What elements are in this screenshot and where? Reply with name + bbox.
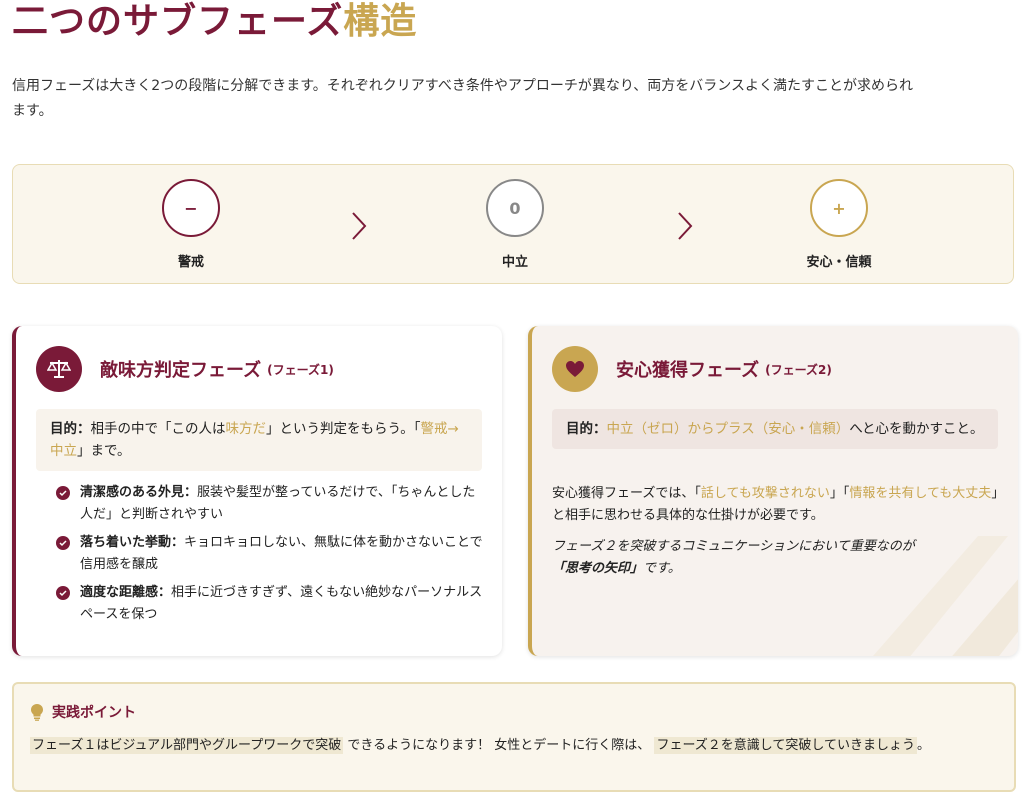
step-label: 中立: [501, 255, 528, 270]
step-alert: − 警戒: [131, 179, 251, 270]
list-item: 落ち着いた挙動：キョロキョロしない、無駄に体を動かさないことで信用感を醸成: [56, 532, 486, 576]
phase1-card: 敵味方判定フェーズ (フェーズ1) 目的：相手の中で「この人は味方だ」という判定…: [12, 326, 502, 656]
check-icon: [56, 486, 70, 500]
phase-stepper: − 警戒 0 中立 + 安心・信頼: [12, 164, 1014, 284]
lightbulb-icon: [31, 704, 43, 721]
check-icon: [56, 536, 70, 550]
heart-icon: [552, 346, 598, 392]
phase1-subtitle: (フェーズ1): [267, 362, 334, 377]
step-label: 安心・信頼: [806, 255, 872, 270]
intro-text: 信用フェーズは大きく2つの段階に分解できます。それぞれクリアすべき条件やアプロー…: [12, 78, 913, 119]
zero-circle: 0: [486, 179, 544, 237]
practice-point-box: 実践ポイント フェーズ１はビジュアル部門やグループワークで突破 できるようになり…: [12, 682, 1016, 792]
phase1-header: 敵味方判定フェーズ (フェーズ1): [36, 346, 334, 392]
practice-text: フェーズ１はビジュアル部門やグループワークで突破 できるようになります！ 女性と…: [30, 737, 931, 754]
scale-icon: [36, 346, 82, 392]
phase2-goal: 目的：中立（ゼロ）からプラス（安心・信頼）へと心を動かすこと。: [552, 409, 998, 449]
step-trust: + 安心・信頼: [779, 179, 899, 270]
phase2-description: 安心獲得フェーズでは、「話しても攻撃されない」「情報を共有しても大丈夫」と相手に…: [552, 486, 998, 523]
phase2-note: フェーズ２を突破するコミュニケーションにおいて重要なのが「思考の矢印」です。: [552, 539, 915, 576]
phase2-title: 安心獲得フェーズ: [616, 360, 760, 381]
phase2-subtitle: (フェーズ2): [765, 362, 832, 377]
practice-header: 実践ポイント: [30, 702, 136, 722]
phase2-card: 安心獲得フェーズ (フェーズ2) 目的：中立（ゼロ）からプラス（安心・信頼）へと…: [528, 326, 1018, 656]
list-item: 清潔感のある外見：服装や髪型が整っているだけで、「ちゃんとした人だ」と判断されや…: [56, 482, 486, 526]
check-icon: [56, 586, 70, 600]
step-label: 警戒: [177, 255, 204, 270]
phase1-list: 清潔感のある外見：服装や髪型が整っているだけで、「ちゃんとした人だ」と判断されや…: [56, 482, 486, 632]
phase2-header: 安心獲得フェーズ (フェーズ2): [552, 346, 832, 392]
page-title: 二つのサブフェーズ構造: [12, 1, 418, 42]
plus-circle: +: [810, 179, 868, 237]
phase1-title: 敵味方判定フェーズ: [100, 360, 262, 381]
step-neutral: 0 中立: [455, 179, 575, 270]
practice-title: 実践ポイント: [52, 705, 136, 721]
phase1-goal: 目的：相手の中で「この人は味方だ」という判定をもらう。「警戒→中立」まで。: [36, 409, 482, 471]
chevron-right-icon: [352, 212, 367, 240]
list-item: 適度な距離感：相手に近づきすぎず、遠くもない絶妙なパーソナルスペースを保つ: [56, 582, 486, 626]
minus-circle: −: [162, 179, 220, 237]
chevron-right-icon: [678, 212, 693, 240]
